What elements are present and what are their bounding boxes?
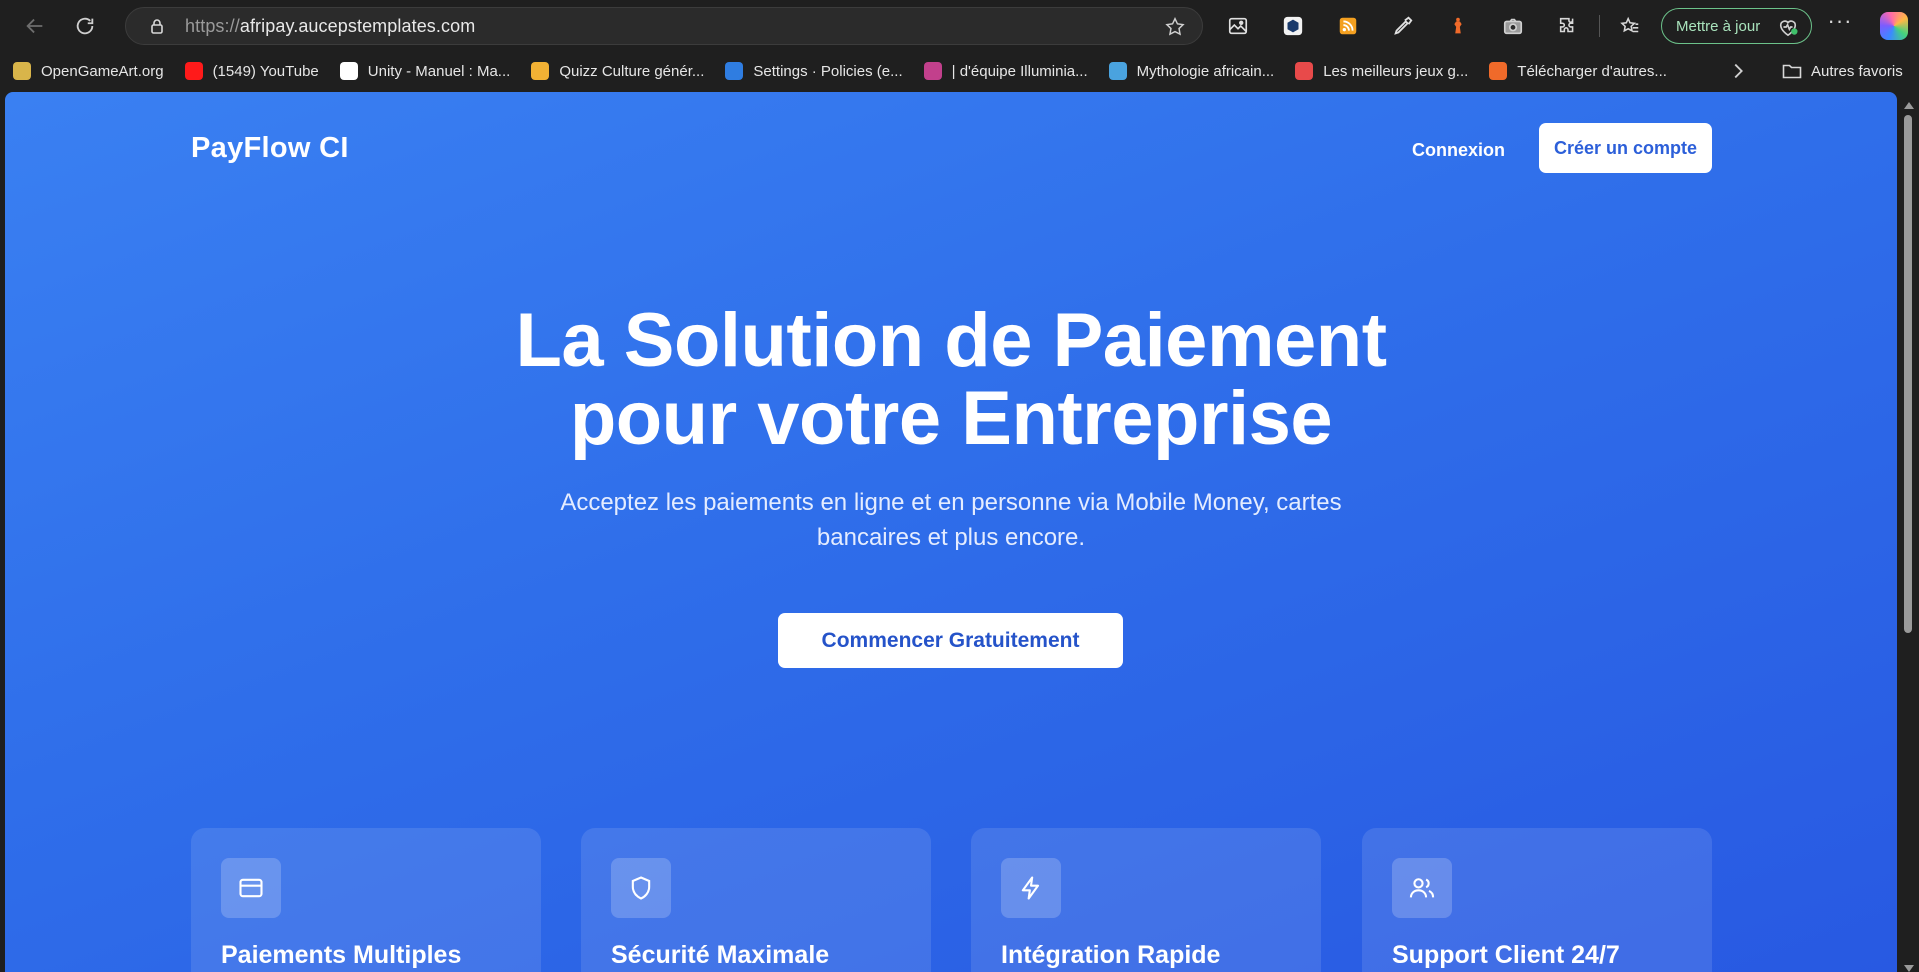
extensions-bar bbox=[1222, 10, 1669, 42]
bookmark-label: OpenGameArt.org bbox=[41, 62, 164, 80]
extension-cube-icon[interactable] bbox=[1277, 10, 1309, 42]
url-text[interactable]: https://afripay.aucepstemplates.com bbox=[185, 16, 475, 37]
chevron-right-icon[interactable] bbox=[1727, 60, 1749, 82]
extension-chess-icon[interactable] bbox=[1442, 10, 1474, 42]
page-viewport: PayFlow CI Connexion Créer un compte La … bbox=[5, 92, 1897, 972]
arrow-left-icon bbox=[26, 18, 43, 34]
bookmark-label: | d'équipe Illuminia... bbox=[951, 62, 1088, 80]
bookmark-label: Télécharger d'autres... bbox=[1517, 62, 1667, 80]
get-started-button[interactable]: Commencer Gratuitement bbox=[778, 613, 1123, 668]
extension-image-icon[interactable] bbox=[1222, 10, 1254, 42]
bookmark-item[interactable]: Quizz Culture génér... bbox=[531, 56, 704, 86]
reload-button[interactable] bbox=[65, 6, 105, 46]
login-link[interactable]: Connexion bbox=[1412, 140, 1505, 161]
feature-title: Support Client 24/7 bbox=[1392, 941, 1620, 969]
bookmark-item[interactable]: (1549) YouTube bbox=[184, 56, 319, 86]
copilot-icon[interactable] bbox=[1880, 12, 1908, 40]
folder-icon bbox=[1782, 64, 1802, 79]
extension-camera-icon[interactable] bbox=[1497, 10, 1529, 42]
bookmark-label: Quizz Culture génér... bbox=[559, 62, 705, 80]
extension-rss-icon[interactable] bbox=[1332, 10, 1364, 42]
settings-more-button[interactable]: ··· bbox=[1827, 10, 1853, 38]
feature-card: Sécurité Maximale bbox=[581, 828, 931, 972]
bookmark-label: Settings · Policies (e... bbox=[753, 62, 903, 80]
bookmarks-bar: OpenGameArt.org (1549) YouTube Unity - Man… bbox=[0, 52, 1919, 90]
back-button[interactable] bbox=[15, 6, 55, 46]
bookmark-item[interactable]: Unity - Manuel : Ma... bbox=[339, 56, 511, 86]
lightning-icon bbox=[1001, 858, 1061, 918]
toolbar-divider bbox=[1599, 15, 1600, 37]
feature-title: Intégration Rapide bbox=[1001, 941, 1221, 969]
bookmark-label: (1549) YouTube bbox=[212, 62, 319, 80]
update-label: Mettre à jour bbox=[1676, 17, 1761, 35]
bookmark-favicon-icon bbox=[923, 62, 942, 80]
bookmark-label: Les meilleurs jeux g... bbox=[1323, 62, 1469, 80]
bookmark-item[interactable]: Settings · Policies (e... bbox=[725, 56, 903, 86]
page-scrollbar[interactable] bbox=[1897, 92, 1919, 972]
bookmark-label: Unity - Manuel : Ma... bbox=[367, 62, 511, 80]
bookmark-favicon-icon bbox=[531, 62, 550, 80]
other-favorites[interactable]: Autres favoris bbox=[1782, 52, 1903, 90]
bookmark-item[interactable]: Les meilleurs jeux g... bbox=[1295, 56, 1468, 86]
bookmark-item[interactable]: Télécharger d'autres... bbox=[1489, 56, 1667, 86]
bookmark-item[interactable]: | d'équipe Illuminia... bbox=[923, 56, 1088, 86]
reload-icon bbox=[76, 17, 94, 35]
site-header: PayFlow CI Connexion Créer un compte bbox=[5, 92, 1897, 202]
hero-title-line-1: La Solution de Paiement bbox=[515, 298, 1387, 383]
site-logo[interactable]: PayFlow CI bbox=[191, 132, 349, 165]
bookmark-favicon-icon bbox=[339, 62, 358, 80]
bookmark-favicon-icon bbox=[1108, 62, 1127, 80]
hero-subtitle: Acceptez les paiements en ligne et en pe… bbox=[560, 489, 1342, 551]
signup-button[interactable]: Créer un compte bbox=[1539, 123, 1712, 173]
hero-title-line-2: pour votre Entreprise bbox=[569, 376, 1333, 461]
feature-title: Paiements Multiples bbox=[221, 941, 462, 969]
other-favorites-label: Autres favoris bbox=[1811, 62, 1903, 80]
bookmark-label: Mythologie africain... bbox=[1136, 62, 1275, 80]
bookmark-favicon-icon bbox=[184, 62, 203, 80]
extensions-puzzle-icon[interactable] bbox=[1552, 10, 1584, 42]
favorite-star-icon[interactable] bbox=[1164, 16, 1186, 38]
credit-card-icon bbox=[221, 858, 281, 918]
bookmark-favicon-icon bbox=[725, 62, 744, 80]
bookmark-favicon-icon bbox=[1489, 62, 1508, 80]
feature-card: Support Client 24/7 bbox=[1362, 828, 1712, 972]
address-bar[interactable]: https://afripay.aucepstemplates.com bbox=[125, 7, 1203, 45]
features-grid: Paiements Multiples Sécurité Maximale In… bbox=[191, 828, 1712, 972]
scroll-down-arrow[interactable] bbox=[1904, 965, 1914, 972]
feature-card: Paiements Multiples bbox=[191, 828, 541, 972]
feature-card: Intégration Rapide bbox=[971, 828, 1321, 972]
feature-title: Sécurité Maximale bbox=[611, 941, 830, 969]
heart-pulse-icon bbox=[1779, 20, 1798, 37]
bookmark-favicon-icon bbox=[1295, 62, 1314, 80]
favorites-icon[interactable] bbox=[1614, 10, 1646, 42]
scroll-up-arrow[interactable] bbox=[1904, 102, 1914, 109]
shield-icon bbox=[611, 858, 671, 918]
bookmark-item[interactable]: Mythologie africain... bbox=[1108, 56, 1275, 86]
bookmark-item[interactable]: OpenGameArt.org bbox=[13, 56, 164, 86]
users-icon bbox=[1392, 858, 1452, 918]
bookmark-favicon-icon bbox=[13, 62, 31, 80]
scroll-thumb[interactable] bbox=[1904, 115, 1912, 633]
hero-title: La Solution de Paiement pour votre Entre… bbox=[5, 302, 1897, 458]
extension-eyedropper-icon[interactable] bbox=[1387, 10, 1419, 42]
update-browser-button[interactable]: Mettre à jour bbox=[1661, 8, 1812, 44]
lock-icon[interactable] bbox=[149, 18, 165, 34]
